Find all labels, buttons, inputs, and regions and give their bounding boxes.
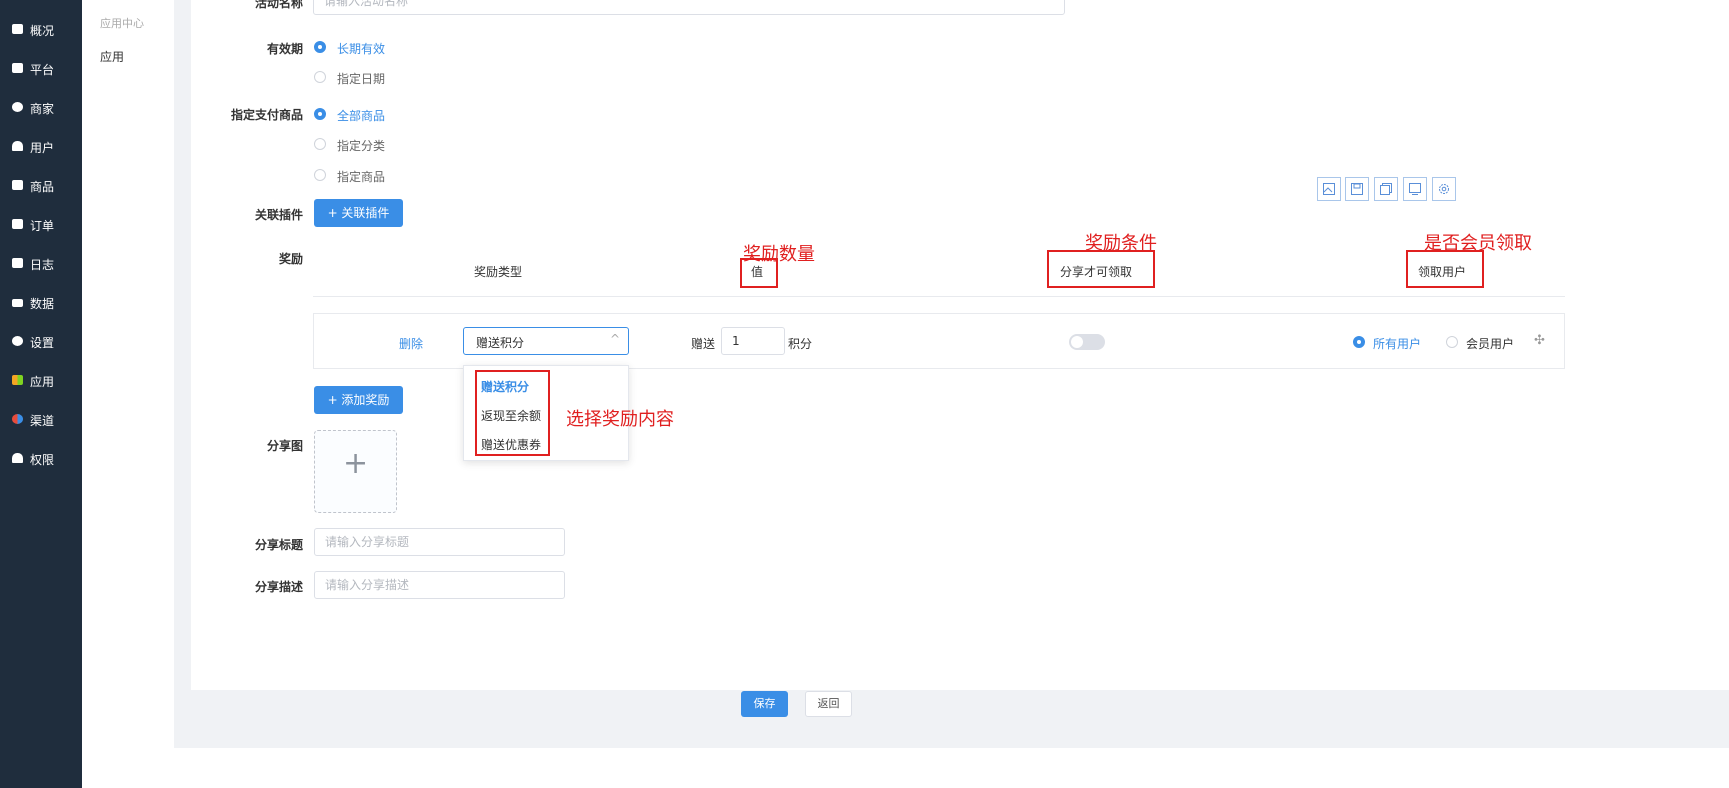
sidebar: 概况 平台 商家 用户 商品 订单 日志 数据 设置 应用 渠道 权限 bbox=[0, 0, 82, 788]
chart-icon bbox=[12, 299, 23, 307]
annotation-select: 选择奖励内容 bbox=[566, 409, 674, 430]
chevron-up-icon: ^ bbox=[610, 332, 621, 346]
sidebar-item-settings[interactable]: 设置 bbox=[0, 332, 82, 352]
sidebar-item-channel[interactable]: 渠道 bbox=[0, 410, 82, 430]
validity-option-long-term[interactable]: 长期有效 bbox=[337, 40, 385, 57]
activity-name-input[interactable]: 请输入活动名称 bbox=[313, 0, 1065, 15]
header-divider bbox=[313, 296, 1565, 297]
goods-radio-all[interactable] bbox=[314, 108, 326, 120]
plus-icon: + bbox=[343, 446, 369, 481]
platform-icon bbox=[12, 63, 23, 73]
image-edit-icon[interactable] bbox=[1317, 177, 1341, 201]
lock-icon bbox=[12, 453, 23, 463]
give-label: 赠送 bbox=[691, 337, 716, 351]
user-radio-member[interactable] bbox=[1446, 336, 1458, 348]
share-condition-toggle[interactable] bbox=[1069, 334, 1105, 350]
give-amount-value: 1 bbox=[732, 334, 740, 348]
goods-label: 指定支付商品 bbox=[230, 108, 303, 122]
goods-radio-specific[interactable] bbox=[314, 169, 326, 181]
user-option-all[interactable]: 所有用户 bbox=[1373, 335, 1421, 352]
dropdown-option-coupon[interactable]: 赠送优惠券 bbox=[481, 436, 541, 453]
validity-option-date[interactable]: 指定日期 bbox=[337, 70, 385, 87]
log-icon bbox=[12, 258, 23, 268]
sidebar-item-user[interactable]: 用户 bbox=[0, 137, 82, 157]
picture-icon[interactable] bbox=[1403, 177, 1427, 201]
reward-type-header: 奖励类型 bbox=[474, 265, 523, 279]
sidebar-item-data[interactable]: 数据 bbox=[0, 293, 82, 313]
link-plugin-button[interactable]: + 关联插件 bbox=[314, 199, 403, 227]
reward-type-select[interactable]: 赠送积分 ^ bbox=[463, 327, 629, 355]
toggle-knob bbox=[1071, 336, 1083, 348]
goods-option-all[interactable]: 全部商品 bbox=[337, 107, 385, 124]
validity-radio-long-term[interactable] bbox=[314, 41, 326, 53]
save-button[interactable]: 保存 bbox=[741, 691, 788, 717]
sub-navigation: 应用中心 应用 bbox=[82, 0, 174, 788]
goods-radio-category[interactable] bbox=[314, 138, 326, 150]
annotation-condition: 奖励条件 bbox=[1085, 233, 1157, 254]
user-radio-all[interactable] bbox=[1353, 336, 1365, 348]
share-title-label: 分享标题 bbox=[254, 538, 303, 552]
sidebar-item-apps[interactable]: 应用 bbox=[0, 371, 82, 391]
sidebar-item-platform[interactable]: 平台 bbox=[0, 59, 82, 79]
channel-icon bbox=[12, 414, 23, 424]
footer-bar bbox=[174, 748, 1729, 788]
validity-radio-date[interactable] bbox=[314, 71, 326, 83]
goods-option-category[interactable]: 指定分类 bbox=[337, 137, 385, 154]
goods-icon bbox=[12, 180, 23, 190]
plugin-label: 关联插件 bbox=[254, 208, 303, 222]
subnav-section-title: 应用中心 bbox=[100, 17, 144, 30]
annotation-value: 奖励数量 bbox=[743, 244, 815, 265]
add-reward-button[interactable]: + 添加奖励 bbox=[314, 386, 403, 414]
share-desc-label: 分享描述 bbox=[254, 580, 303, 594]
user-icon bbox=[12, 141, 23, 151]
share-image-label: 分享图 bbox=[266, 439, 303, 453]
order-icon bbox=[12, 219, 23, 229]
sidebar-item-order[interactable]: 订单 bbox=[0, 215, 82, 235]
user-option-member[interactable]: 会员用户 bbox=[1466, 335, 1514, 352]
goods-option-specific[interactable]: 指定商品 bbox=[337, 168, 385, 185]
share-desc-input[interactable]: 请输入分享描述 bbox=[314, 571, 565, 599]
points-unit: 积分 bbox=[788, 337, 813, 351]
annotation-member: 是否会员领取 bbox=[1424, 233, 1532, 254]
sidebar-item-overview[interactable]: 概况 bbox=[0, 20, 82, 40]
share-image-upload[interactable]: + bbox=[314, 430, 397, 513]
annotation-box-condition bbox=[1047, 250, 1155, 288]
back-button[interactable]: 返回 bbox=[805, 691, 852, 717]
sidebar-item-permission[interactable]: 权限 bbox=[0, 449, 82, 469]
monitor-icon bbox=[12, 24, 23, 34]
sidebar-item-goods[interactable]: 商品 bbox=[0, 176, 82, 196]
reward-label: 奖励 bbox=[278, 252, 303, 266]
apps-icon bbox=[12, 375, 23, 385]
subnav-item-apps[interactable]: 应用 bbox=[100, 48, 124, 65]
delete-reward-link[interactable]: 删除 bbox=[399, 335, 423, 352]
settings-icon[interactable] bbox=[1432, 177, 1456, 201]
validity-label: 有效期 bbox=[266, 42, 303, 56]
sidebar-item-shop[interactable]: 商家 bbox=[0, 98, 82, 118]
give-amount-input[interactable]: 1 bbox=[721, 327, 785, 355]
sidebar-item-log[interactable]: 日志 bbox=[0, 254, 82, 274]
copy-icon[interactable] bbox=[1374, 177, 1398, 201]
share-title-input[interactable]: 请输入分享标题 bbox=[314, 528, 565, 556]
reward-type-select-value: 赠送积分 bbox=[476, 336, 525, 350]
dropdown-option-points[interactable]: 赠送积分 bbox=[481, 378, 529, 395]
drag-handle-icon[interactable]: ✣ bbox=[1534, 333, 1545, 348]
activity-name-label: 活动名称 bbox=[254, 0, 303, 10]
shop-icon bbox=[12, 102, 23, 112]
save-icon[interactable] bbox=[1345, 177, 1369, 201]
dropdown-option-cashback[interactable]: 返现至余额 bbox=[481, 407, 541, 424]
annotation-box-member bbox=[1406, 250, 1484, 288]
gear-icon bbox=[12, 336, 23, 346]
